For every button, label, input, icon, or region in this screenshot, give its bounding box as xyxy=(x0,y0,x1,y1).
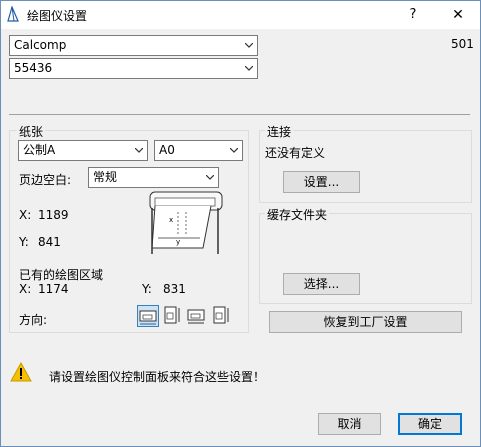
orientation-landscape-right-icon[interactable] xyxy=(186,305,208,327)
paper-size-select[interactable]: A0 xyxy=(154,140,243,161)
svg-text:y: y xyxy=(176,238,180,246)
orientation-label: 方向: xyxy=(19,313,48,327)
area-x-value: 1174 xyxy=(38,282,69,296)
orientation-portrait-down-icon[interactable] xyxy=(161,305,183,327)
setup-button[interactable]: 设置... xyxy=(283,171,360,193)
warning-icon xyxy=(10,362,32,382)
orientation-landscape-left-icon[interactable] xyxy=(137,305,159,327)
margin-label: 页边空白: xyxy=(19,173,72,187)
help-button[interactable]: ? xyxy=(398,5,428,25)
connection-status: 还没有定义 xyxy=(265,146,326,160)
close-button[interactable]: ✕ xyxy=(441,5,475,25)
spool-folder-group-title: 缓存文件夹 xyxy=(265,206,330,223)
chevron-down-icon xyxy=(135,148,143,153)
area-y-label: Y: xyxy=(142,282,152,296)
select-folder-button[interactable]: 选择... xyxy=(283,273,360,295)
area-x-label: X: xyxy=(19,282,32,296)
title-bar: 绘图仪设置 ? ✕ xyxy=(1,1,480,29)
plotter-model-value: Calcomp xyxy=(14,38,67,52)
plotter-model-select[interactable]: Calcomp xyxy=(9,35,258,56)
plotter-code: 501 xyxy=(451,37,474,51)
plotter-settings-dialog: 绘图仪设置 ? ✕ Calcomp 501 55436 纸张 公制A A0 页边… xyxy=(0,0,481,447)
paper-standard-select[interactable]: 公制A xyxy=(18,140,148,161)
paper-standard-value: 公制A xyxy=(23,143,56,157)
paper-y-label: Y: xyxy=(19,235,29,249)
window-title: 绘图仪设置 xyxy=(27,9,88,23)
plotter-app-icon xyxy=(7,6,19,22)
chevron-down-icon xyxy=(245,43,253,48)
drawing-area-title: 已有的绘图区域 xyxy=(19,268,104,282)
area-y-value: 831 xyxy=(163,282,186,296)
plotter-submodel-value: 55436 xyxy=(14,61,53,75)
chevron-down-icon xyxy=(230,148,238,153)
warning-message: 请设置绘图仪控制面板来符合这些设置！ xyxy=(49,370,266,384)
paper-y-value: 841 xyxy=(38,235,61,249)
paper-x-value: 1189 xyxy=(38,208,69,222)
chevron-down-icon xyxy=(206,175,214,180)
divider xyxy=(9,114,470,115)
printer-illustration-icon: x y xyxy=(149,191,223,254)
plotter-submodel-select[interactable]: 55436 xyxy=(9,58,258,79)
paper-size-value: A0 xyxy=(159,143,175,157)
connection-group-title: 连接 xyxy=(265,123,294,140)
cancel-button[interactable]: 取消 xyxy=(318,413,381,435)
paper-group-title: 纸张 xyxy=(17,123,46,140)
orientation-portrait-up-icon[interactable] xyxy=(210,305,232,327)
margin-value: 常规 xyxy=(93,170,118,184)
restore-factory-settings-button[interactable]: 恢复到工厂设置 xyxy=(269,311,462,333)
paper-x-label: X: xyxy=(19,208,32,222)
svg-text:x: x xyxy=(169,216,173,224)
chevron-down-icon xyxy=(245,66,253,71)
ok-button[interactable]: 确定 xyxy=(398,413,462,435)
margin-select[interactable]: 常规 xyxy=(88,167,219,188)
